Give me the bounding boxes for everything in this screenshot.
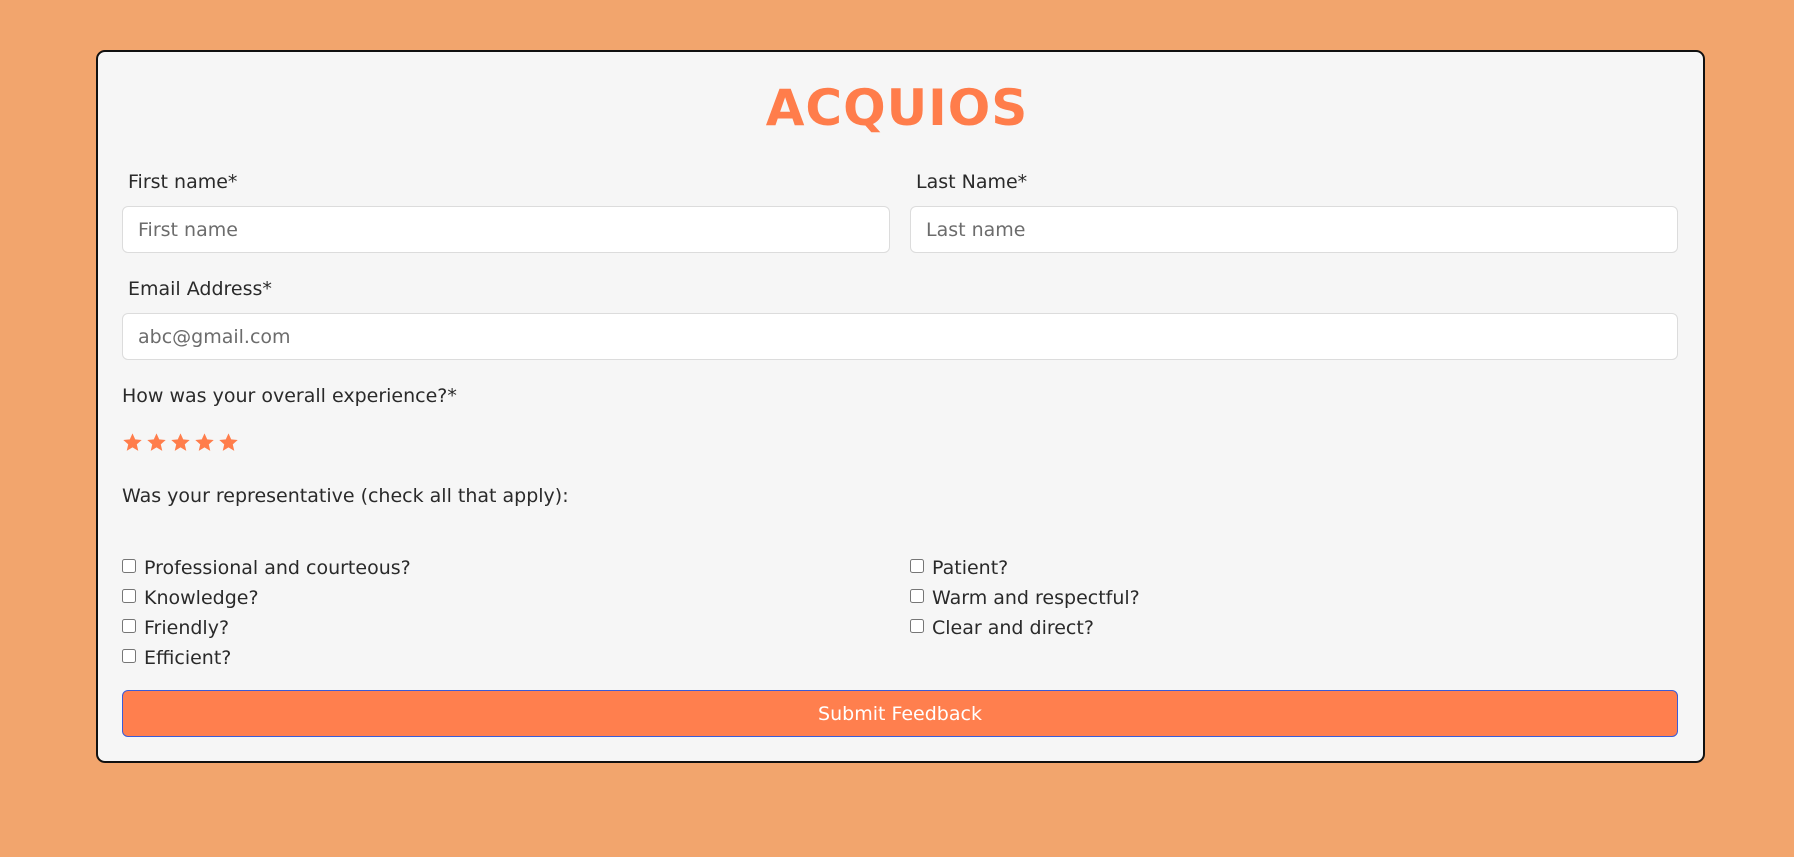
last-name-label: Last Name* <box>916 171 1028 193</box>
checkbox-option[interactable]: Clear and direct? <box>910 613 1140 643</box>
first-name-label: First name* <box>128 171 238 193</box>
checkbox-label: Efficient? <box>144 647 232 669</box>
checkbox-label: Clear and direct? <box>932 617 1094 639</box>
form-title: ACQUIOS <box>765 79 1029 137</box>
star-icon[interactable] <box>122 432 143 453</box>
checkbox[interactable] <box>122 619 136 633</box>
checkbox-label: Friendly? <box>144 617 230 639</box>
star-icon[interactable] <box>170 432 191 453</box>
star-rating[interactable] <box>122 432 239 453</box>
checkbox[interactable] <box>910 589 924 603</box>
checkbox-option[interactable]: Friendly? <box>122 613 411 643</box>
checkbox-label: Professional and courteous? <box>144 557 411 579</box>
email-label: Email Address* <box>128 278 272 300</box>
rating-question: How was your overall experience?* <box>122 385 457 407</box>
checkbox[interactable] <box>122 589 136 603</box>
submit-feedback-button[interactable]: Submit Feedback <box>122 690 1678 737</box>
star-icon[interactable] <box>218 432 239 453</box>
star-icon[interactable] <box>146 432 167 453</box>
first-name-input[interactable] <box>122 206 890 253</box>
checkbox[interactable] <box>910 619 924 633</box>
checkbox-option[interactable]: Knowledge? <box>122 583 411 613</box>
checkbox[interactable] <box>122 559 136 573</box>
last-name-input[interactable] <box>910 206 1678 253</box>
checkbox[interactable] <box>910 559 924 573</box>
checkbox-option[interactable]: Professional and courteous? <box>122 553 411 583</box>
checkbox[interactable] <box>122 649 136 663</box>
checkbox-option[interactable]: Efficient? <box>122 643 411 673</box>
email-input[interactable] <box>122 313 1678 360</box>
checkbox-option[interactable]: Warm and respectful? <box>910 583 1140 613</box>
checkbox-label: Knowledge? <box>144 587 259 609</box>
checkbox-label: Patient? <box>932 557 1009 579</box>
checkbox-label: Warm and respectful? <box>932 587 1140 609</box>
representative-question: Was your representative (check all that … <box>122 485 569 507</box>
representative-options-right: Patient? Warm and respectful? Clear and … <box>910 553 1140 643</box>
representative-options-left: Professional and courteous? Knowledge? F… <box>122 553 411 673</box>
star-icon[interactable] <box>194 432 215 453</box>
checkbox-option[interactable]: Patient? <box>910 553 1140 583</box>
